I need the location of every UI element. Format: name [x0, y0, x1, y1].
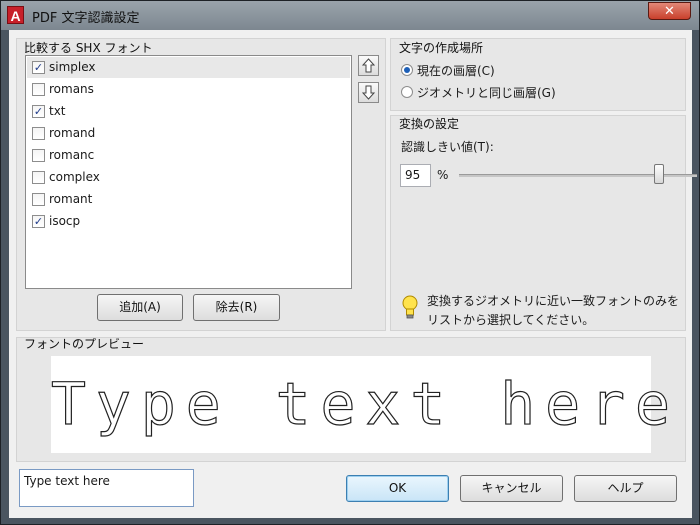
font-preview-box: Type text here: [50, 356, 680, 453]
hint-line-2: リストから選択してください。: [427, 313, 595, 327]
threshold-slider-thumb[interactable]: [654, 164, 664, 184]
arrow-up-icon: [361, 58, 376, 73]
hint-line-1: 変換するジオメトリに近い一致フォントのみを: [427, 294, 680, 308]
preview-text-input[interactable]: Type text here: [19, 469, 194, 507]
romans-checkbox[interactable]: [32, 83, 45, 96]
shx-font-group-label: 比較する SHX フォント: [24, 41, 153, 55]
list-item-label: complex: [49, 170, 100, 184]
simplex-checkbox[interactable]: ✓: [32, 61, 45, 74]
list-item[interactable]: ✓ simplex: [27, 57, 350, 78]
threshold-label: 認識しきい値(T):: [401, 140, 494, 154]
list-item-label: isocp: [49, 214, 81, 228]
threshold-unit: %: [437, 168, 449, 182]
lightbulb-icon: [402, 295, 418, 319]
close-button[interactable]: ✕: [648, 2, 691, 20]
list-item[interactable]: ✓ txt: [27, 101, 350, 122]
arrow-down-icon: [361, 85, 376, 100]
romant-checkbox[interactable]: [32, 193, 45, 206]
list-item[interactable]: romant: [27, 189, 350, 210]
placement-group-label: 文字の作成場所: [399, 41, 484, 55]
romanc-checkbox[interactable]: [32, 149, 45, 162]
window-title: PDF 文字認識設定: [32, 11, 140, 26]
list-item[interactable]: romanc: [27, 145, 350, 166]
complex-checkbox[interactable]: [32, 171, 45, 184]
help-button[interactable]: ヘルプ: [574, 475, 677, 502]
dialog-body: 比較する SHX フォント ✓ simplex romans ✓ txt rom…: [9, 30, 697, 518]
list-item[interactable]: complex: [27, 167, 350, 188]
ok-button[interactable]: OK: [346, 475, 449, 502]
list-item-label: romand: [49, 126, 96, 140]
title-bar[interactable]: A PDF 文字認識設定 ✕: [1, 1, 699, 30]
romand-checkbox[interactable]: [32, 127, 45, 140]
list-item-label: romanc: [49, 148, 95, 162]
isocp-checkbox[interactable]: ✓: [32, 215, 45, 228]
remove-button[interactable]: 除去(R): [193, 294, 280, 321]
dialog-window: A PDF 文字認識設定 ✕ 比較する SHX フォント ✓ simplex r…: [0, 0, 700, 525]
remove-button-label: 除去(R): [215, 300, 258, 314]
cancel-button[interactable]: キャンセル: [460, 475, 563, 502]
list-item-label: romans: [49, 82, 94, 96]
list-item[interactable]: romand: [27, 123, 350, 144]
geometry-layer-label[interactable]: ジオメトリと同じ画層(G): [417, 84, 556, 101]
move-down-button[interactable]: [358, 82, 379, 103]
list-item[interactable]: ✓ isocp: [27, 211, 350, 232]
threshold-input[interactable]: 95: [400, 164, 431, 187]
move-up-button[interactable]: [358, 55, 379, 76]
list-item-label: txt: [49, 104, 66, 118]
current-layer-label[interactable]: 現在の画層(C): [417, 62, 495, 79]
autocad-app-icon: A: [7, 6, 24, 24]
current-layer-radio[interactable]: [401, 64, 413, 76]
add-button[interactable]: 追加(A): [97, 294, 183, 321]
list-item[interactable]: romans: [27, 79, 350, 100]
list-item-label: romant: [49, 192, 93, 206]
add-button-label: 追加(A): [119, 300, 161, 314]
txt-checkbox[interactable]: ✓: [32, 105, 45, 118]
shx-font-list[interactable]: ✓ simplex romans ✓ txt romand romanc com…: [25, 55, 352, 289]
preview-group-label: フォントのプレビュー: [24, 337, 145, 351]
list-item-label: simplex: [49, 60, 96, 74]
font-preview-text: Type text here: [50, 369, 680, 438]
conversion-group-label: 変換の設定: [399, 117, 460, 131]
geometry-layer-radio[interactable]: [401, 86, 413, 98]
